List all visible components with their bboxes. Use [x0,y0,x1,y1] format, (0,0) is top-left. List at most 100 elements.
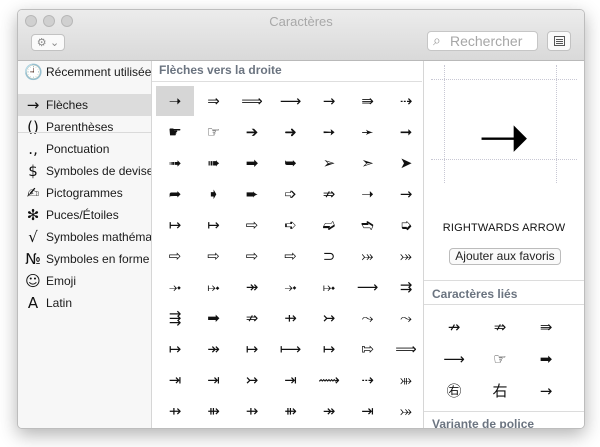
sidebar-item[interactable]: ․, Ponctuation [18,138,151,160]
character-cell[interactable]: ⊃ [310,241,348,271]
character-cell[interactable]: ↦ [195,210,233,240]
character-cell[interactable]: ➞ [387,117,422,147]
character-cell[interactable]: ⤖ [349,241,387,271]
character-cell[interactable]: ➟ [156,148,194,178]
character-cell[interactable]: ➔ [233,117,271,147]
character-cell[interactable]: ➡ [195,303,233,333]
related-character[interactable]: 右 [480,376,520,406]
character-cell[interactable]: ↦ [233,334,271,364]
character-cell[interactable]: ➣ [349,148,387,178]
related-character[interactable]: ☞ [480,344,520,374]
character-cell[interactable]: ⇻ [195,396,233,426]
character-cell[interactable]: ↣ [310,303,348,333]
character-cell[interactable]: ⤞ [156,272,194,302]
character-cell[interactable]: ⇸ [233,396,271,426]
character-cell[interactable]: ⇥ [349,396,387,426]
sidebar-item[interactable]: ✍ Pictogrammes [18,182,151,204]
related-character[interactable]: ↛ [434,312,474,342]
character-cell[interactable]: ➭ [387,210,422,240]
character-cell[interactable]: ⤠ [195,272,233,302]
character-cell[interactable]: ➡ [233,148,271,178]
keyboard-viewer-button[interactable] [547,31,571,51]
character-cell[interactable]: ☞ [195,117,233,147]
sidebar-item[interactable]: √ Symboles mathématiques [18,226,151,248]
character-cell[interactable]: ⇥ [156,365,194,395]
character-cell[interactable]: ⇉ [387,272,422,302]
character-cell[interactable]: ⟼ [272,334,310,364]
character-cell[interactable]: ⇸ [156,396,194,426]
character-cell[interactable]: ➩ [272,179,310,209]
character-cell[interactable]: ⤕ [387,365,422,395]
character-cell[interactable]: ➝ [349,179,387,209]
character-cell[interactable]: ⇨ [195,241,233,271]
character-cell[interactable]: ➤ [387,148,422,178]
character-cell[interactable]: ⟿ [310,365,348,395]
character-cell[interactable]: ↦ [156,210,194,240]
character-cell[interactable]: ➝ [156,86,194,116]
sidebar-item[interactable]: ✻ Puces/Étoiles [18,204,151,226]
character-cell[interactable]: ⟶ [349,272,387,302]
character-cell[interactable]: ⇸ [272,303,310,333]
character-cell[interactable]: ⟹ [387,334,422,364]
character-cell[interactable]: → [387,179,422,209]
character-cell[interactable]: ⇥ [272,365,310,395]
related-character[interactable]: ㊨ [434,376,474,406]
character-cell[interactable]: ⇨ [272,241,310,271]
action-gear-button[interactable]: ⚙ ⌄ [31,34,65,51]
character-cell[interactable]: ➜ [272,117,310,147]
related-character[interactable]: → [526,376,566,406]
sidebar-item[interactable]: A Latin [18,292,151,314]
sidebar-item[interactable]: ☺ Emoji [18,270,151,292]
character-cell[interactable]: ⟹ [233,86,271,116]
character-cell[interactable]: ⇛ [349,86,387,116]
search-input[interactable] [450,33,534,49]
character-cell[interactable]: ⤠ [310,272,348,302]
related-character[interactable]: ⟶ [434,344,474,374]
character-cell[interactable]: ➦ [156,179,194,209]
character-cell[interactable]: ↠ [233,272,271,302]
character-cell[interactable]: ➨ [233,179,271,209]
character-cell[interactable]: ➥ [272,148,310,178]
character-cell[interactable]: ⇨ [233,210,271,240]
related-character[interactable]: ⇏ [480,312,520,342]
character-cell[interactable]: ☛ [156,117,194,147]
character-cell[interactable]: ⇏ [310,179,348,209]
character-cell[interactable]: ➪ [272,210,310,240]
character-cell[interactable]: ➛ [349,117,387,147]
character-cell[interactable]: ⇨ [233,241,271,271]
sidebar-item[interactable]: () Parenthèses [18,116,151,138]
character-cell[interactable]: ⇢ [349,365,387,395]
character-cell[interactable]: ➬ [349,210,387,240]
character-cell[interactable]: ⇥ [195,365,233,395]
character-cell[interactable]: ⤖ [387,396,422,426]
character-cell[interactable]: ⇏ [233,303,271,333]
character-cell[interactable]: ⤳ [387,303,422,333]
character-cell[interactable]: ⤳ [349,303,387,333]
character-cell[interactable]: ↦ [156,334,194,364]
character-cell[interactable]: ⇻ [272,396,310,426]
character-cell[interactable]: ⤞ [272,272,310,302]
character-cell[interactable]: ➢ [310,148,348,178]
character-cell[interactable]: ⇢ [387,86,422,116]
character-cell[interactable]: → [310,86,348,116]
related-character[interactable]: ➡ [526,344,566,374]
character-cell[interactable]: ➠ [195,148,233,178]
character-cell[interactable]: ⟶ [272,86,310,116]
character-cell[interactable]: ↠ [310,396,348,426]
character-cell[interactable]: ⇶ [156,303,194,333]
character-cell[interactable]: ↦ [310,334,348,364]
character-cell[interactable]: ⇒ [195,86,233,116]
character-cell[interactable]: ↣ [233,365,271,395]
add-to-favorites-button[interactable]: Ajouter aux favoris [449,248,561,265]
sidebar-item[interactable]: № Symboles en forme de lettres [18,248,151,270]
character-cell[interactable]: ⇰ [349,334,387,364]
character-cell[interactable]: ⤖ [387,241,422,271]
search-field[interactable]: ⌕ [427,31,538,51]
character-cell[interactable]: ➙ [310,117,348,147]
sidebar-item[interactable]: $ Symboles de devises [18,160,151,182]
character-cell[interactable]: ➧ [195,179,233,209]
related-character[interactable]: ⇛ [526,312,566,342]
sidebar-item[interactable]: → Flèches [18,94,151,116]
character-cell[interactable]: ⇨ [156,241,194,271]
sidebar-item[interactable]: 🕘 Récemment utilisées [18,61,151,83]
